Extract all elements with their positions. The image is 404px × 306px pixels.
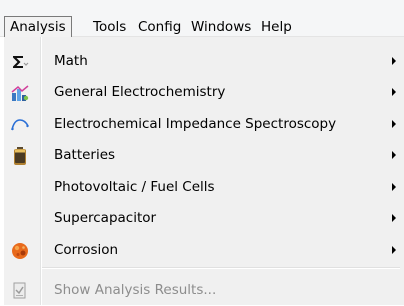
submenu-arrow-icon [392, 88, 396, 96]
menu-separator [42, 267, 400, 268]
menu-item-label: Photovoltaic / Fuel Cells [54, 179, 215, 195]
menu-item-label: Supercapacitor [54, 210, 157, 226]
menu-tools[interactable]: Tools [87, 17, 132, 39]
menu-analysis[interactable]: Analysis [4, 16, 72, 39]
chart-icon [10, 83, 30, 103]
menu-item-photovoltaic-fuel-cells[interactable]: Photovoltaic / Fuel Cells [4, 172, 404, 203]
menu-bar: Analysis Tools Config Windows Help [0, 0, 404, 39]
corrosion-icon [10, 241, 30, 261]
menu-item-batteries[interactable]: Batteries [4, 140, 404, 171]
submenu-arrow-icon [392, 214, 396, 222]
submenu-arrow-icon [392, 57, 396, 65]
submenu-arrow-icon [392, 183, 396, 191]
menu-item-corrosion[interactable]: Corrosion [4, 235, 404, 266]
menu-config[interactable]: Config [132, 17, 187, 39]
menu-item-label: Corrosion [54, 242, 119, 258]
impedance-arc-icon [10, 115, 30, 135]
menu-item-label: Electrochemical Impedance Spectroscopy [54, 116, 337, 132]
menu-item-math[interactable]: Math [4, 46, 404, 77]
menu-item-label: General Electrochemistry [54, 84, 226, 100]
menu-item-general-electrochemistry[interactable]: General Electrochemistry [4, 77, 404, 108]
menu-windows[interactable]: Windows [185, 17, 257, 39]
menu-item-label: Show Analysis Results... [54, 282, 217, 298]
menu-item-show-analysis-results[interactable]: Show Analysis Results... [4, 275, 404, 306]
menu-item-supercapacitor[interactable]: Supercapacitor [4, 203, 404, 234]
sigma-icon [10, 52, 30, 72]
submenu-arrow-icon [392, 151, 396, 159]
menu-item-label: Math [54, 53, 88, 69]
submenu-arrow-icon [392, 246, 396, 254]
menu-item-label: Batteries [54, 147, 116, 163]
submenu-arrow-icon [392, 120, 396, 128]
results-icon [10, 281, 30, 301]
battery-icon [10, 146, 30, 166]
menu-help[interactable]: Help [255, 17, 298, 39]
menu-item-eis[interactable]: Electrochemical Impedance Spectroscopy [4, 109, 404, 140]
